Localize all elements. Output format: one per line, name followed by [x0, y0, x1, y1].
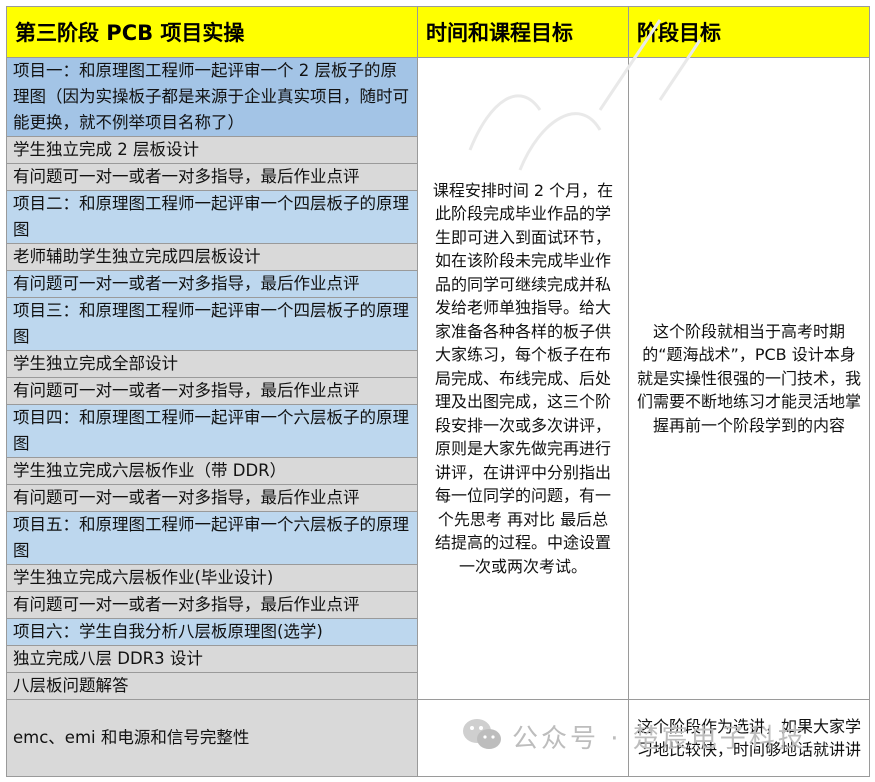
table-row: 项目一：和原理图工程师一起评审一个 2 层板子的原理图（因为实操板子都是来源于企…	[6, 57, 870, 700]
row-cell: 项目三：和原理图工程师一起评审一个四层板子的原理图	[6, 297, 418, 351]
row-cell: 有问题可一对一或者一对多指导，最后作业点评	[6, 591, 418, 619]
header-time-goal: 时间和课程目标	[417, 6, 629, 58]
row-cell: 老师辅助学生独立完成四层板设计	[6, 243, 418, 271]
row-cell: 项目六：学生自我分析八层板原理图(选学)	[6, 618, 418, 646]
emc-cell: emc、emi 和电源和信号完整性	[6, 699, 418, 777]
row-cell: 八层板问题解答	[6, 672, 418, 700]
row-cell: 有问题可一对一或者一对多指导，最后作业点评	[6, 163, 418, 191]
header-row: 第三阶段 PCB 项目实操 时间和课程目标 阶段目标	[6, 6, 870, 58]
row-cell: 学生独立完成 2 层板设计	[6, 136, 418, 164]
row-cell: 有问题可一对一或者一对多指导，最后作业点评	[6, 270, 418, 298]
row-cell: 项目五：和原理图工程师一起评审一个六层板子的原理图	[6, 511, 418, 565]
row-cell: 项目一：和原理图工程师一起评审一个 2 层板子的原理图（因为实操板子都是来源于企…	[6, 57, 418, 137]
row-cell: 学生独立完成全部设计	[6, 350, 418, 378]
header-stage-goal: 阶段目标	[628, 6, 870, 58]
row-cell: 学生独立完成六层板作业（带 DDR）	[6, 457, 418, 485]
time-goal-cell: 课程安排时间 2 个月，在此阶段完成毕业作品的学生即可进入到面试环节，如在该阶段…	[417, 57, 629, 700]
course-table: 第三阶段 PCB 项目实操 时间和课程目标 阶段目标 项目一：和原理图工程师一起…	[6, 6, 870, 777]
watermark-text: 公众号 · 楚宸电子科技	[512, 724, 807, 754]
row-cell: 有问题可一对一或者一对多指导，最后作业点评	[6, 377, 418, 405]
row-cell: 独立完成八层 DDR3 设计	[6, 645, 418, 673]
row-cell: 学生独立完成六层板作业(毕业设计)	[6, 564, 418, 592]
stage-goal-cell: 这个阶段就相当于高考时期的“题海战术”，PCB 设计本身就是实操性很强的一门技术…	[628, 57, 870, 700]
row-cell: 项目四：和原理图工程师一起评审一个六层板子的原理图	[6, 404, 418, 458]
row-cell: 项目二：和原理图工程师一起评审一个四层板子的原理图	[6, 190, 418, 244]
wechat-icon	[463, 719, 501, 749]
header-stage: 第三阶段 PCB 项目实操	[6, 6, 418, 58]
row-cell: 有问题可一对一或者一对多指导，最后作业点评	[6, 484, 418, 512]
